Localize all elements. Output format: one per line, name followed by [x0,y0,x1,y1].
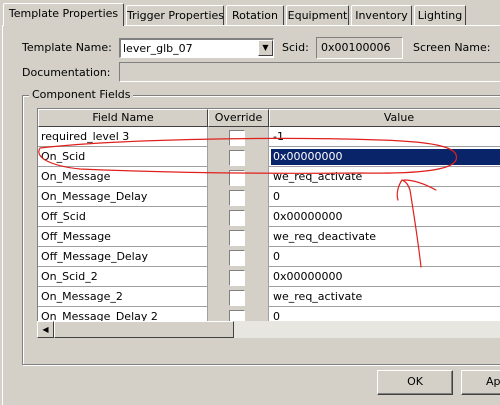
tab-inventory[interactable]: Inventory [351,5,412,25]
table-row[interactable]: required_level 3 -1 [38,127,500,147]
template-name-value: lever_glb_07 [123,42,193,55]
horizontal-scrollbar[interactable]: ◀ [37,321,500,338]
field-name-cell: Off_Message_Delay [38,247,208,267]
override-cell [208,187,269,207]
column-header-field-name[interactable]: Field Name [38,109,208,127]
override-cell [208,127,269,147]
field-name-cell: On_Message_2 [38,287,208,307]
value-cell[interactable]: 0x00000000 [269,267,500,287]
override-cell [208,147,269,167]
table-row[interactable]: Off_Message_Delay 0 [38,247,500,267]
value-text: we_req_activate [273,170,363,183]
override-cell [208,207,269,227]
value-cell[interactable]: 0x00000000 [269,147,500,167]
value-cell[interactable]: -1 [269,127,500,147]
field-name-cell: Off_Message [38,227,208,247]
template-name-combo[interactable]: lever_glb_07 ▼ [119,38,274,58]
override-cell [208,287,269,307]
value-cell[interactable]: 0x00000000 [269,207,500,227]
table-row[interactable]: Off_Message we_req_deactivate [38,227,500,247]
scroll-left-icon[interactable]: ◀ [37,321,54,338]
value-cell[interactable]: 0 [269,187,500,207]
table-row[interactable]: On_Message we_req_activate [38,167,500,187]
table-row[interactable]: On_Message_Delay 0 [38,187,500,207]
table-row[interactable]: On_Scid_2 0x00000000 [38,267,500,287]
override-checkbox[interactable] [229,270,245,286]
field-name-cell: required_level 3 [38,127,208,147]
scid-label: Scid: [282,41,309,54]
override-cell [208,247,269,267]
value-text: 0 [273,190,280,203]
value-text: 0x00000000 [273,210,343,223]
value-cell[interactable]: we_req_activate [269,287,500,307]
override-checkbox[interactable] [229,130,245,146]
field-name-cell: On_Message_Delay [38,187,208,207]
scid-value: 0x00100006 [321,41,391,54]
ok-button[interactable]: OK [377,370,453,395]
override-cell [208,227,269,247]
tab-template-properties[interactable]: Template Properties [3,3,124,26]
tab-lighting[interactable]: Lighting [414,5,466,25]
value-text: 0x00000000 [271,149,500,165]
component-fields-grid: Field Name Override Value required_level… [37,108,500,338]
override-checkbox[interactable] [229,150,245,166]
override-checkbox[interactable] [229,210,245,226]
chevron-down-icon[interactable]: ▼ [258,40,273,56]
field-name-cell: On_Message [38,167,208,187]
component-fields-title: Component Fields [29,88,134,101]
scrollbar-thumb[interactable] [54,321,234,338]
field-name-cell: On_Scid_2 [38,267,208,287]
value-text: 0x00000000 [273,270,343,283]
override-checkbox[interactable] [229,230,245,246]
tab-rotation[interactable]: Rotation [226,5,284,25]
override-checkbox[interactable] [229,190,245,206]
value-cell[interactable]: we_req_activate [269,167,500,187]
value-text: we_req_activate [273,290,363,303]
table-row[interactable]: On_Message_2 we_req_activate [38,287,500,307]
override-checkbox[interactable] [229,290,245,306]
field-name-cell: Off_Scid [38,207,208,227]
screen-name-label: Screen Name: [413,41,491,54]
apply-button[interactable]: Ap [461,370,500,395]
value-text: -1 [273,130,284,143]
override-checkbox[interactable] [229,250,245,266]
column-header-override[interactable]: Override [208,109,269,127]
column-header-value[interactable]: Value [269,109,500,127]
template-name-label: Template Name: [22,41,112,54]
table-row[interactable]: On_Scid 0x00000000 [38,147,500,167]
documentation-label: Documentation: [22,66,111,79]
override-cell [208,167,269,187]
scid-field: 0x00100006 [316,37,403,59]
tab-equipment[interactable]: Equipment [286,5,349,25]
value-cell[interactable]: we_req_deactivate [269,227,500,247]
table-row[interactable]: Off_Scid 0x00000000 [38,207,500,227]
override-cell [208,267,269,287]
value-text: 0 [273,250,280,263]
value-text: we_req_deactivate [273,230,377,243]
value-cell[interactable]: 0 [269,247,500,267]
field-name-cell: On_Scid [38,147,208,167]
documentation-field[interactable] [119,62,500,82]
tab-trigger-properties[interactable]: Trigger Properties [126,5,224,25]
override-checkbox[interactable] [229,170,245,186]
